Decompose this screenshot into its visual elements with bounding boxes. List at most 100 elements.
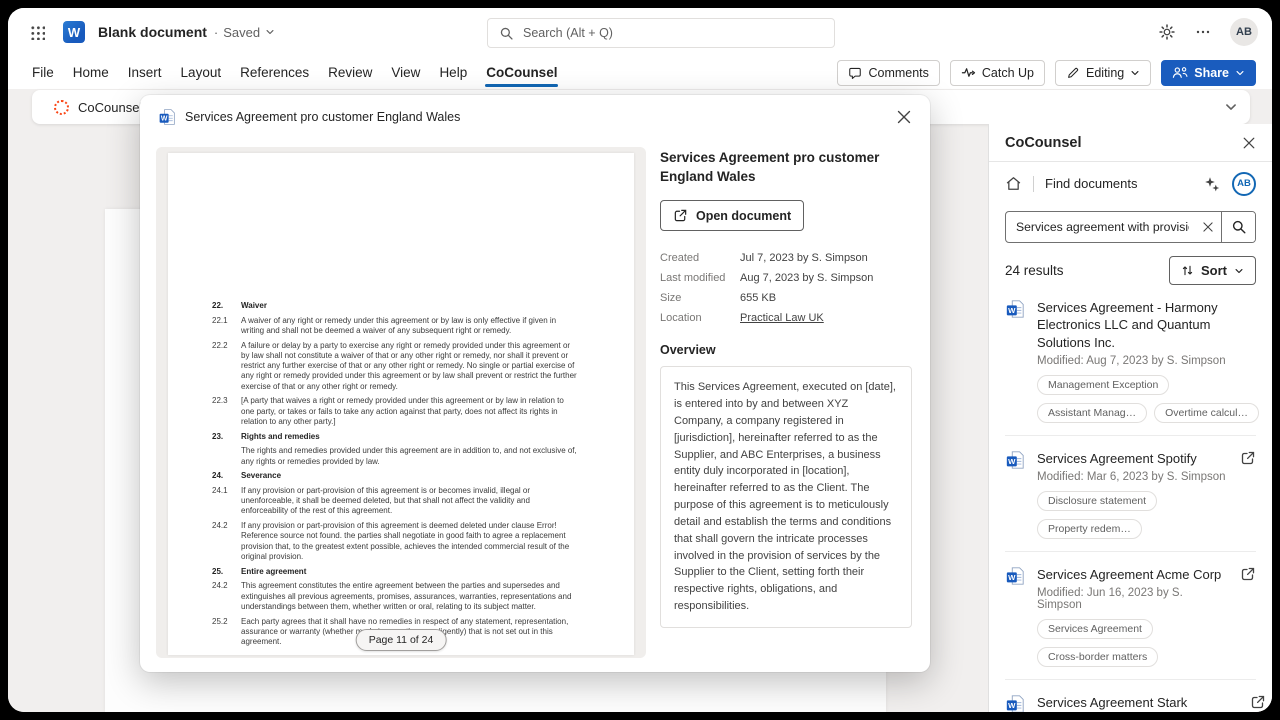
result-title[interactable]: Services Agreement - Harmony Electronics… (1037, 299, 1259, 351)
meta-value: 655 KB (740, 292, 912, 304)
meta-label: Last modified (660, 272, 740, 284)
result-item[interactable]: Services Agreement Stark Enterprises Mod… (1005, 680, 1256, 712)
page-indicator-badge: Page 11 of 24 (356, 629, 447, 651)
result-modified: Modified: Mar 6, 2023 by S. Simpson (1037, 471, 1228, 483)
meta-value: Aug 7, 2023 by S. Simpson (740, 272, 912, 284)
home-icon[interactable] (1005, 175, 1022, 192)
titlebar-actions: AB (1158, 18, 1258, 46)
tag-pill: Overtime calcul… (1154, 403, 1259, 423)
global-search-box[interactable] (487, 18, 835, 48)
tag-pill: Disclosure statement (1037, 491, 1157, 511)
search-submit-button[interactable] (1221, 212, 1255, 242)
meta-label: Created (660, 252, 740, 264)
sidebar-title: CoCounsel (1005, 135, 1082, 151)
external-link-icon (673, 208, 688, 223)
result-item[interactable]: Services Agreement Acme Corp Modified: J… (1005, 552, 1256, 680)
editing-mode-button[interactable]: Editing (1055, 60, 1151, 86)
catch-up-button[interactable]: Catch Up (950, 60, 1045, 86)
menu-tab-view[interactable]: View (390, 61, 421, 84)
clear-search-icon[interactable] (1195, 221, 1221, 233)
modal-title: Services Agreement pro customer England … (185, 110, 460, 124)
documents-search-input[interactable] (1006, 220, 1195, 234)
menu-tab-review[interactable]: Review (327, 61, 373, 84)
more-options-icon[interactable] (1195, 24, 1211, 40)
sidebar-close-icon[interactable] (1242, 136, 1256, 150)
account-avatar[interactable]: AB (1230, 18, 1258, 46)
sidebar-avatar[interactable]: AB (1232, 172, 1256, 196)
modal-header: Services Agreement pro customer England … (140, 95, 930, 139)
document-text: 22.Waiver 22.1A waiver of any right or r… (168, 153, 634, 647)
menu-tab-file[interactable]: File (31, 61, 55, 84)
menu-tab-insert[interactable]: Insert (127, 61, 163, 84)
sidebar-nav-row: Find documents AB (1005, 162, 1256, 205)
open-document-icon[interactable] (1234, 566, 1256, 667)
save-status[interactable]: · Saved (214, 25, 275, 40)
open-document-icon[interactable] (1234, 450, 1256, 539)
menu-tab-help[interactable]: Help (438, 61, 468, 84)
result-title[interactable]: Services Agreement Stark Enterprises (1037, 694, 1238, 712)
location-link[interactable]: Practical Law UK (740, 312, 912, 324)
menu-tab-cocounsel[interactable]: CoCounsel (485, 61, 558, 84)
cocounsel-logo-icon (54, 100, 69, 115)
word-app-icon[interactable]: W (63, 21, 85, 43)
word-doc-icon (1005, 694, 1025, 712)
results-list: Services Agreement - Harmony Electronics… (1005, 285, 1256, 712)
result-title[interactable]: Services Agreement Spotify (1037, 450, 1228, 467)
meta-label: Location (660, 312, 740, 324)
result-modified: Modified: Jun 16, 2023 by S. Simpson (1037, 587, 1228, 611)
word-app-window: W Blank document · Saved AB File Home In… (8, 8, 1272, 712)
open-document-icon[interactable] (1265, 299, 1272, 423)
sort-button[interactable]: Sort (1169, 256, 1256, 285)
global-search-input[interactable] (523, 26, 823, 40)
pulse-icon (961, 65, 976, 80)
document-metadata: Created Jul 7, 2023 by S. Simpson Last m… (660, 252, 912, 324)
document-preview-pane: 22.Waiver 22.1A waiver of any right or r… (156, 147, 646, 658)
settings-gear-icon[interactable] (1158, 23, 1176, 41)
meta-value: Jul 7, 2023 by S. Simpson (740, 252, 912, 264)
documents-search-box[interactable] (1005, 211, 1256, 243)
titlebar: W Blank document · Saved AB (8, 8, 1272, 56)
share-button[interactable]: Share (1161, 60, 1256, 86)
ribbon-tabs: File Home Insert Layout References Revie… (31, 61, 558, 84)
chevron-down-icon (1234, 266, 1244, 276)
results-bar: 24 results Sort (1005, 256, 1256, 285)
tag-pill: Cross-border matters (1037, 647, 1158, 667)
open-document-icon[interactable] (1244, 694, 1266, 712)
cocounsel-sidebar: CoCounsel Find documents AB 24 results S… (988, 124, 1272, 712)
pencil-icon (1066, 66, 1080, 80)
save-status-label: Saved (223, 25, 260, 40)
overview-text: This Services Agreement, executed on [da… (660, 366, 912, 628)
document-details-panel: Services Agreement pro customer England … (660, 149, 912, 628)
document-preview-modal: Services Agreement pro customer England … (140, 95, 930, 672)
result-title[interactable]: Services Agreement Acme Corp (1037, 566, 1228, 583)
meta-label: Size (660, 292, 740, 304)
document-title[interactable]: Blank document (98, 24, 207, 40)
word-doc-icon (1005, 450, 1025, 470)
cocounsel-ribbon-button[interactable]: CoCounsel (44, 96, 152, 119)
menubar-actions: Comments Catch Up Editing Share (837, 60, 1256, 86)
sparkles-icon[interactable] (1204, 176, 1220, 192)
sidebar-header: CoCounsel (1005, 124, 1256, 161)
search-icon (1231, 219, 1247, 235)
menu-tab-home[interactable]: Home (72, 61, 110, 84)
modal-close-icon[interactable] (896, 109, 912, 125)
word-doc-icon (1005, 566, 1025, 586)
tag-pill: Property redem… (1037, 519, 1142, 539)
document-page: 22.Waiver 22.1A waiver of any right or r… (168, 153, 634, 655)
chevron-down-icon (265, 27, 275, 37)
separator-dot: · (214, 25, 218, 40)
word-doc-icon (1005, 299, 1025, 319)
result-item[interactable]: Services Agreement Spotify Modified: Mar… (1005, 436, 1256, 552)
word-doc-icon (158, 108, 176, 126)
sidebar-breadcrumb: Find documents (1045, 176, 1138, 191)
menu-tab-references[interactable]: References (239, 61, 310, 84)
app-launcher-icon[interactable] (30, 25, 45, 40)
result-item[interactable]: Services Agreement - Harmony Electronics… (1005, 285, 1256, 436)
overview-heading: Overview (660, 343, 912, 357)
comments-button[interactable]: Comments (837, 60, 939, 86)
ribbon-collapse-chevron-icon[interactable] (1224, 100, 1238, 114)
menu-tab-layout[interactable]: Layout (180, 61, 223, 84)
tag-pill: Services Agreement (1037, 619, 1153, 639)
result-modified: Modified: Aug 7, 2023 by S. Simpson (1037, 355, 1259, 367)
open-document-button[interactable]: Open document (660, 200, 804, 231)
